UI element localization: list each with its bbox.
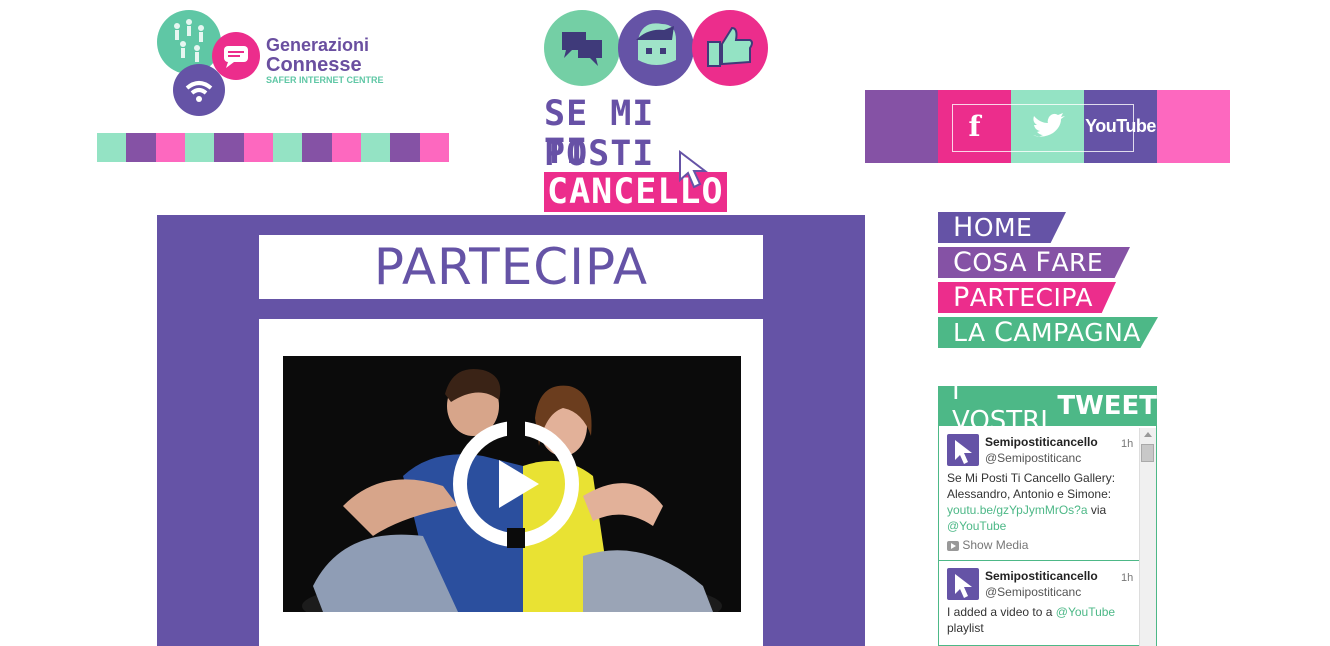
page-title: PARTECIPA — [373, 238, 649, 296]
nav-home-initial: H — [953, 212, 974, 243]
tweet-text: I added a video to a @YouTube playlist — [947, 604, 1132, 636]
tweet-via: via — [1090, 503, 1107, 517]
tweets-header-bold: TWEET — [1057, 391, 1157, 421]
decorative-color-strip — [97, 133, 449, 162]
nav-cosa-initial: C — [953, 247, 973, 278]
show-media-label: Show Media — [962, 538, 1029, 552]
chat-bubbles-icon — [544, 10, 620, 86]
se-mi-posti-ti-cancello-logo[interactable]: SE MI POSTI TI CANCELLO — [544, 10, 772, 212]
logo-ti-text: TI — [544, 132, 589, 172]
youtube-link[interactable]: YouTube — [1084, 90, 1157, 163]
nav-item-partecipa[interactable]: P ARTECIPA — [938, 282, 1116, 313]
tweet-separator — [939, 560, 1139, 561]
tweet-mention[interactable]: @YouTube — [1056, 605, 1115, 619]
tweet-mention[interactable]: @YouTube — [947, 519, 1006, 533]
nav-partecipa-rest: ARTECIPA — [969, 283, 1093, 312]
video-thumbnail — [283, 356, 741, 612]
logo-headline-line-2: TI CANCELLO — [544, 132, 772, 212]
nav-campagna-initial: C — [994, 317, 1014, 348]
social-bar: f YouTube — [865, 90, 1230, 163]
tweet-author-handle[interactable]: @Semipostiticanc — [985, 450, 1081, 466]
play-small-icon — [947, 540, 959, 551]
logo-line-3: SAFER INTERNET CENTRE — [266, 75, 384, 85]
nav-partecipa-initial: P — [953, 282, 970, 313]
nav-la-text: LA — [953, 318, 995, 347]
tweet-avatar[interactable] — [947, 434, 979, 466]
tweet-time[interactable]: 1h — [1121, 570, 1133, 586]
tweet-item[interactable]: Semipostiticancello 1h @Semipostiticanc … — [939, 562, 1139, 645]
nav-item-la-campagna[interactable]: LA C AMPAGNA — [938, 317, 1158, 348]
nav-fare-rest: ARE — [1051, 248, 1104, 277]
twitter-link[interactable] — [1011, 90, 1084, 163]
thumbs-up-icon — [692, 10, 768, 86]
tweet-link[interactable]: youtu.be/gzYpJymMrOs?a — [947, 503, 1088, 517]
nav-fare-initial: F — [1035, 247, 1052, 278]
logo-line-1: Generazioni — [266, 35, 370, 55]
nav-cosa-rest: OSA — [972, 248, 1036, 277]
nav-home-rest: OME — [973, 213, 1033, 242]
tweet-text: Se Mi Posti Ti Cancello Gallery: Alessan… — [947, 470, 1132, 534]
scroll-up-arrow-icon[interactable] — [1144, 432, 1152, 437]
tweet-time[interactable]: 1h — [1121, 436, 1133, 452]
tweets-feed[interactable]: Semipostiticancello 1h @Semipostiticanc … — [938, 426, 1157, 646]
character-face-icon — [618, 10, 694, 86]
show-media-button[interactable]: Show Media — [947, 537, 1028, 553]
youtube-wordmark: YouTube — [1085, 116, 1156, 136]
nav-campagna-rest: AMPAGNA — [1013, 318, 1141, 347]
page-title-box: PARTECIPA — [259, 235, 763, 299]
tweets-header: I VOSTRI TWEET — [938, 376, 1157, 436]
mouse-cursor-icon — [679, 150, 708, 189]
wifi-icon — [173, 64, 225, 116]
facebook-icon: f — [968, 110, 981, 143]
video-player[interactable] — [283, 356, 741, 612]
tweet-item[interactable]: Semipostiticancello 1h @Semipostiticanc … — [939, 426, 1139, 560]
tweet-text-tail: playlist — [947, 621, 984, 635]
nav-item-home[interactable]: H OME — [938, 212, 1066, 243]
tweet-author-name[interactable]: Semipostiticancello — [985, 434, 1098, 450]
tweet-text-body: I added a video to a — [947, 605, 1053, 619]
tweet-text-body: Se Mi Posti Ti Cancello Gallery: Alessan… — [947, 471, 1116, 501]
generazioni-connesse-logo[interactable]: Generazioni Connesse SAFER INTERNET CENT… — [157, 10, 387, 120]
tweet-author-name[interactable]: Semipostiticancello — [985, 568, 1098, 584]
tweet-author-handle[interactable]: @Semipostiticanc — [985, 584, 1081, 600]
generazioni-connesse-wordmark: Generazioni Connesse SAFER INTERNET CENT… — [266, 35, 384, 86]
youtube-icon: YouTube — [1085, 116, 1156, 137]
tweets-scrollbar-thumb[interactable] — [1141, 444, 1154, 462]
logo-line-2: Connesse — [266, 54, 362, 76]
facebook-link[interactable]: f — [938, 90, 1011, 163]
twitter-bird-icon — [1032, 112, 1065, 137]
nav-item-cosa-fare[interactable]: C OSA F ARE — [938, 247, 1130, 278]
tweet-avatar[interactable] — [947, 568, 979, 600]
